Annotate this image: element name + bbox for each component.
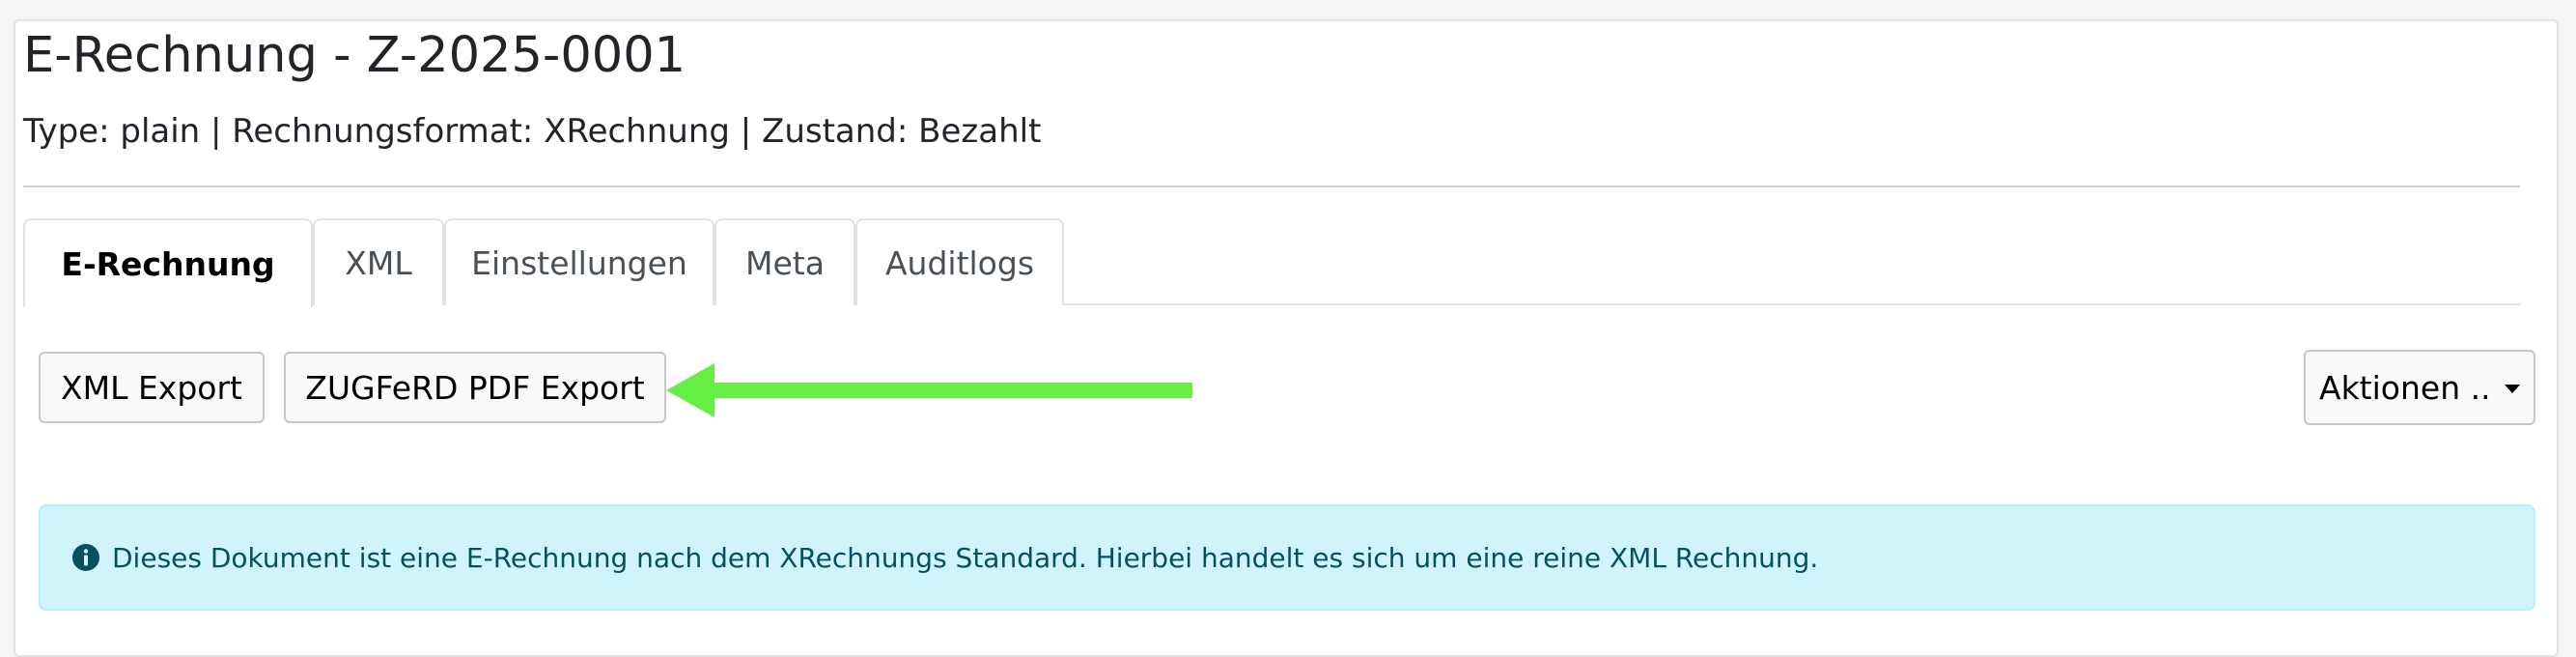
tab-einstellungen[interactable]: Einstellungen: [444, 218, 714, 305]
tab-xml[interactable]: XML: [313, 218, 444, 305]
info-alert: Dieses Dokument ist eine E-Rechnung nach…: [39, 504, 2535, 611]
zugferd-pdf-export-button[interactable]: ZUGFeRD PDF Export: [284, 352, 666, 423]
tab-auditlogs[interactable]: Auditlogs: [855, 218, 1064, 305]
page-title: E-Rechnung - Z-2025-0001: [23, 27, 686, 84]
tab-bar: E-Rechnung XML Einstellungen Meta Auditl…: [23, 218, 2520, 307]
tab-e-rechnung[interactable]: E-Rechnung: [23, 218, 313, 307]
highlight-arrow: [666, 363, 1192, 417]
xml-export-button[interactable]: XML Export: [39, 352, 265, 423]
actions-dropdown-label: Aktionen ..: [2319, 368, 2491, 407]
actions-dropdown-button[interactable]: Aktionen ..: [2304, 350, 2535, 425]
invoice-meta-subtitle: Type: plain | Rechnungsformat: XRechnung…: [23, 112, 1042, 151]
info-alert-text: Dieses Dokument ist eine E-Rechnung nach…: [112, 541, 1819, 574]
info-circle-icon: [72, 544, 99, 571]
caret-down-icon: [2505, 385, 2520, 393]
tab-meta[interactable]: Meta: [714, 218, 855, 305]
divider: [23, 186, 2520, 187]
